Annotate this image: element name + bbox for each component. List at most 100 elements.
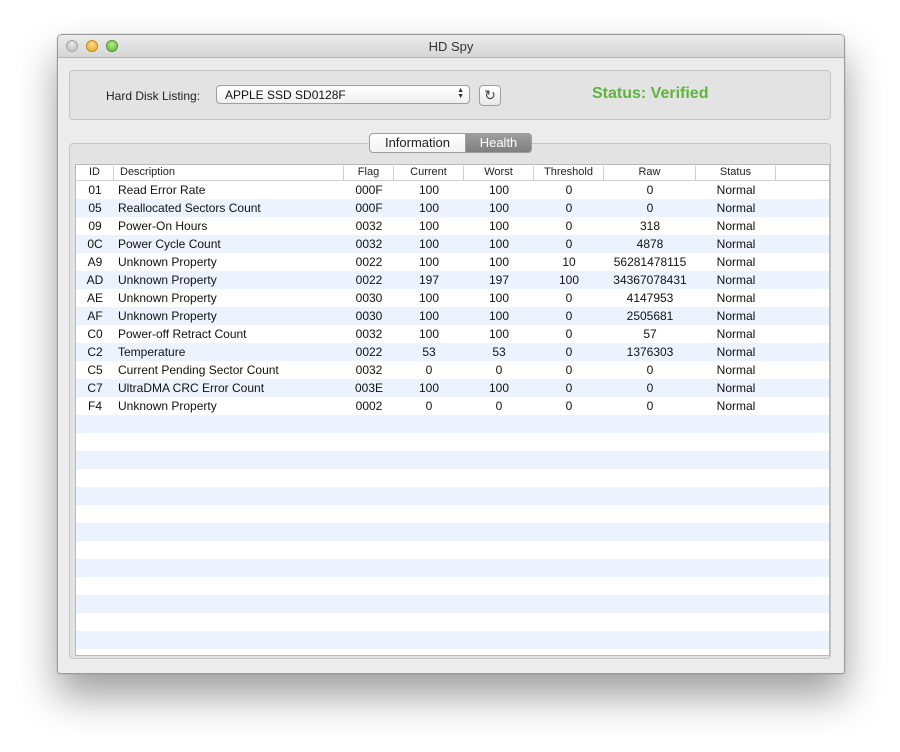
health-panel: ID Description Flag Current Worst Thresh… [69, 143, 831, 659]
cell-status: Normal [716, 309, 756, 323]
cell-worst: 197 [488, 273, 510, 287]
tab-health[interactable]: Health [466, 133, 532, 153]
cell-threshold: 0 [565, 381, 573, 395]
cell-status: Normal [716, 219, 756, 233]
cell-status: Normal [716, 363, 756, 377]
cell-current: 100 [418, 237, 440, 251]
cell-threshold: 0 [565, 237, 573, 251]
column-header-flag[interactable]: Flag [344, 166, 394, 180]
cell-status: Normal [716, 399, 756, 413]
column-header-worst[interactable]: Worst [464, 166, 534, 180]
column-header-id[interactable]: ID [76, 166, 114, 180]
cell-flag: 000F [355, 201, 383, 215]
cell-threshold: 0 [565, 219, 573, 233]
table-row[interactable]: 05 Reallocated Sectors Count 000F 100 100 0 0 N… [76, 199, 829, 217]
tab-information[interactable]: Information [369, 133, 466, 153]
cell-raw: 0 [646, 201, 654, 215]
cell-flag: 0032 [355, 219, 383, 233]
cell-raw: 2505681 [626, 309, 674, 323]
cell-raw: 4147953 [626, 291, 674, 305]
cell-worst: 100 [488, 201, 510, 215]
cell-flag: 0022 [355, 273, 383, 287]
cell-flag: 0022 [355, 255, 383, 269]
cell-description: Unknown Property [118, 273, 217, 287]
table-row[interactable]: 0C Power Cycle Count 0032 100 100 0 4878 Normal [76, 235, 829, 253]
select-arrows-icon: ▲ ▼ [457, 87, 464, 100]
column-header-description[interactable]: Description [116, 166, 344, 180]
cell-worst: 100 [488, 183, 510, 197]
cell-raw: 0 [646, 399, 654, 413]
cell-description: Unknown Property [118, 399, 217, 413]
cell-description: Reallocated Sectors Count [118, 201, 261, 215]
cell-threshold: 0 [565, 363, 573, 377]
cell-current: 100 [418, 183, 440, 197]
column-header-raw[interactable]: Raw [604, 166, 696, 180]
cell-raw: 34367078431 [613, 273, 687, 287]
table-row[interactable]: C7 UltraDMA CRC Error Count 003E 100 100 0 0 No… [76, 379, 829, 397]
cell-id: C5 [87, 363, 103, 377]
cell-threshold: 0 [565, 309, 573, 323]
table-row[interactable]: C2 Temperature 0022 53 53 0 1376303 Normal [76, 343, 829, 361]
refresh-button[interactable]: ↻ [479, 85, 501, 106]
cell-current: 100 [418, 309, 440, 323]
empty-row [76, 559, 829, 577]
empty-row [76, 595, 829, 613]
table-row[interactable]: C5 Current Pending Sector Count 0032 0 0 0 0 No… [76, 361, 829, 379]
table-row[interactable]: AF Unknown Property 0030 100 100 0 2505681 Norm… [76, 307, 829, 325]
cell-flag: 0002 [355, 399, 383, 413]
cell-worst: 100 [488, 309, 510, 323]
cell-raw: 0 [646, 363, 654, 377]
cell-threshold: 0 [565, 345, 573, 359]
smart-table[interactable]: ID Description Flag Current Worst Thresh… [75, 164, 830, 656]
empty-row [76, 451, 829, 469]
empty-row [76, 505, 829, 523]
cell-current: 0 [425, 363, 433, 377]
table-row[interactable]: 01 Read Error Rate 000F 100 100 0 0 Normal [76, 181, 829, 199]
cell-worst: 100 [488, 381, 510, 395]
cell-raw: 0 [646, 183, 654, 197]
table-body: 01 Read Error Rate 000F 100 100 0 0 Normal 05 Rea… [76, 181, 829, 655]
cell-raw: 4878 [636, 237, 664, 251]
cell-flag: 003E [354, 381, 384, 395]
cell-status: Normal [716, 381, 756, 395]
disk-select[interactable]: APPLE SSD SD0128F ▲ ▼ [216, 85, 470, 104]
cell-description: Power-off Retract Count [118, 327, 247, 341]
cell-id: F4 [87, 399, 102, 413]
cell-current: 100 [418, 201, 440, 215]
cell-current: 100 [418, 291, 440, 305]
cell-current: 100 [418, 219, 440, 233]
cell-flag: 0032 [355, 327, 383, 341]
table-row[interactable]: 09 Power-On Hours 0032 100 100 0 318 Normal [76, 217, 829, 235]
empty-row [76, 541, 829, 559]
cell-worst: 100 [488, 291, 510, 305]
cell-current: 0 [425, 399, 433, 413]
cell-flag: 000F [355, 183, 383, 197]
disk-select-value: APPLE SSD SD0128F [225, 88, 346, 102]
empty-row [76, 613, 829, 631]
table-row[interactable]: AD Unknown Property 0022 197 197 100 343670784… [76, 271, 829, 289]
table-row[interactable]: A9 Unknown Property 0022 100 100 10 5628147811… [76, 253, 829, 271]
table-row[interactable]: C0 Power-off Retract Count 0032 100 100 0 57 No… [76, 325, 829, 343]
app-window: HD Spy Hard Disk Listing: APPLE SSD SD01… [57, 34, 845, 674]
cell-flag: 0032 [355, 363, 383, 377]
cell-status: Normal [716, 201, 756, 215]
cell-raw: 318 [639, 219, 661, 233]
cell-raw: 0 [646, 381, 654, 395]
cell-status: Normal [716, 345, 756, 359]
cell-threshold: 0 [565, 183, 573, 197]
empty-row [76, 433, 829, 451]
cell-description: Power Cycle Count [118, 237, 221, 251]
cell-worst: 100 [488, 237, 510, 251]
table-row[interactable]: F4 Unknown Property 0002 0 0 0 0 Normal [76, 397, 829, 415]
column-header-current[interactable]: Current [394, 166, 464, 180]
table-row[interactable]: AE Unknown Property 0030 100 100 0 4147953 Norm… [76, 289, 829, 307]
cell-id: AE [86, 291, 103, 305]
column-header-threshold[interactable]: Threshold [534, 166, 604, 180]
disk-panel: Hard Disk Listing: APPLE SSD SD0128F ▲ ▼ … [69, 70, 831, 120]
column-header-status[interactable]: Status [696, 166, 776, 180]
title-bar[interactable]: HD Spy [58, 35, 844, 58]
cell-id: 09 [88, 219, 102, 233]
cell-current: 100 [418, 327, 440, 341]
table-header: ID Description Flag Current Worst Thresh… [76, 165, 829, 181]
cell-status: Normal [716, 255, 756, 269]
